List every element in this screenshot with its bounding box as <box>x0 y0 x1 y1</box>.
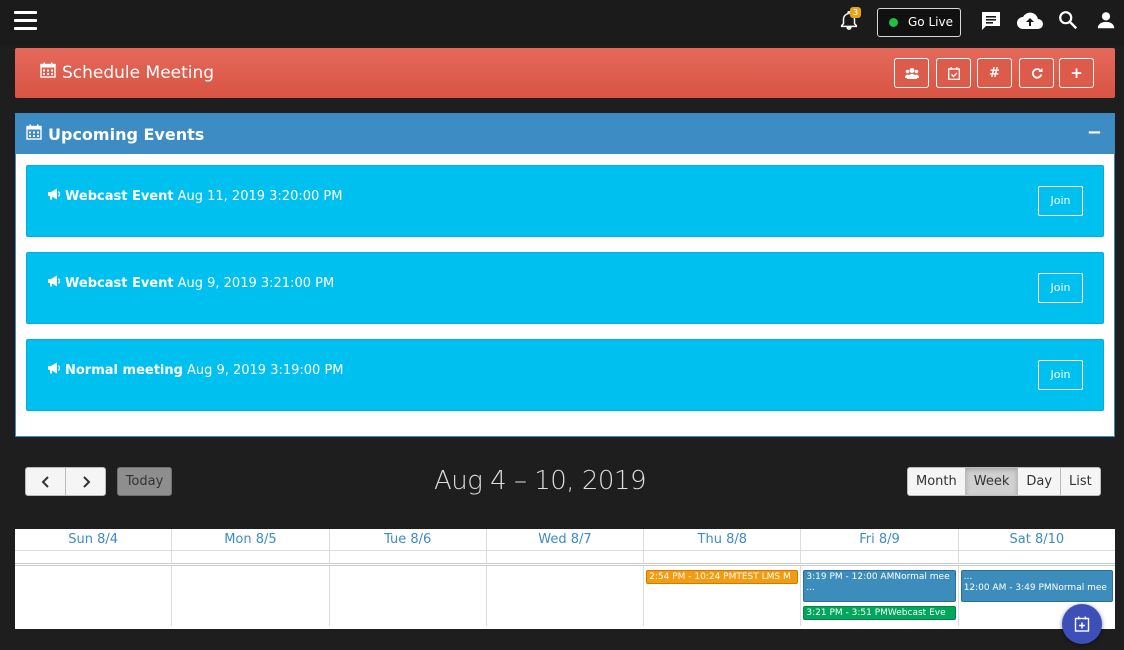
join-button[interactable]: Join <box>1038 273 1083 303</box>
event-type: Normal meeting <box>65 362 183 378</box>
chat-icon[interactable] <box>979 9 1005 35</box>
calendar-event[interactable]: 3:19 PM - 12:00 AMNormal mee ... <box>803 570 956 602</box>
all-day-cell[interactable] <box>801 551 959 563</box>
prev-button[interactable] <box>25 467 66 496</box>
join-button[interactable]: Join <box>1038 186 1083 216</box>
view-month-button[interactable]: Month <box>907 467 966 496</box>
day-header[interactable]: Tue 8/6 <box>330 529 487 550</box>
event-type: Webcast Event <box>65 188 174 204</box>
megaphone-icon <box>47 362 61 378</box>
event-label: ... <box>806 583 815 593</box>
day-header[interactable]: Wed 8/7 <box>487 529 645 550</box>
day-column[interactable] <box>330 566 487 626</box>
event-info: Normal meeting Aug 9, 2019 3:19:00 PM <box>47 362 344 378</box>
chevron-right-icon <box>82 475 90 488</box>
view-week-button[interactable]: Week <box>964 467 1019 496</box>
group-icon <box>904 68 919 79</box>
all-day-cell[interactable] <box>644 551 802 563</box>
cloud-upload-icon[interactable] <box>1016 9 1046 35</box>
add-event-button[interactable] <box>1062 604 1102 644</box>
event-datetime: Aug 9, 2019 3:21:00 PM <box>177 275 335 291</box>
all-day-cell[interactable] <box>172 551 330 563</box>
day-header[interactable]: Sat 8/10 <box>959 529 1115 550</box>
calendar-icon <box>947 66 960 80</box>
event-datetime: Aug 11, 2019 3:20:00 PM <box>177 188 343 204</box>
calendar-event[interactable]: ... 12:00 AM - 3:49 PMNormal mee <box>960 570 1113 602</box>
calendar-plus-icon <box>1074 616 1090 632</box>
calendar-event[interactable]: 2:54 PM - 10:24 PMTEST LMS M <box>646 570 799 584</box>
day-header[interactable]: Mon 8/5 <box>172 529 330 550</box>
day-column[interactable] <box>172 566 330 626</box>
notification-badge: 3 <box>850 7 861 18</box>
schedule-meeting-bar: Schedule Meeting # + <box>15 48 1115 98</box>
next-button[interactable] <box>65 467 106 496</box>
group-button[interactable] <box>894 58 929 88</box>
day-column[interactable] <box>15 566 173 626</box>
menu-icon[interactable] <box>14 11 37 31</box>
upcoming-events-title: Upcoming Events <box>48 124 205 144</box>
event-card: Normal meeting Aug 9, 2019 3:19:00 PM Jo… <box>26 339 1104 411</box>
hashtag-button[interactable]: # <box>977 58 1012 88</box>
all-day-cell[interactable] <box>487 551 645 563</box>
plus-icon: + <box>1070 64 1083 82</box>
calendar-icon <box>26 124 42 144</box>
day-header[interactable]: Thu 8/8 <box>644 529 802 550</box>
view-day-button[interactable]: Day <box>1017 467 1062 496</box>
all-day-row <box>15 551 1115 566</box>
time-grid: 2:54 PM - 10:24 PMTEST LMS M 3:19 PM - 1… <box>15 566 1115 626</box>
calendar-header: Sun 8/4 Mon 8/5 Tue 8/6 Wed 8/7 Thu 8/8 … <box>15 529 1115 551</box>
live-status-dot <box>889 18 898 27</box>
day-column[interactable]: 2:54 PM - 10:24 PMTEST LMS M <box>644 566 802 626</box>
refresh-button[interactable] <box>1019 58 1054 88</box>
event-label: ... <box>963 572 973 582</box>
chevron-left-icon <box>41 475 49 488</box>
all-day-cell[interactable] <box>959 551 1115 563</box>
event-label: 3:19 PM - 12:00 AMNormal mee <box>806 572 950 582</box>
upcoming-events-header: Upcoming Events − <box>16 114 1114 154</box>
refresh-icon <box>1031 68 1042 79</box>
add-button[interactable]: + <box>1059 58 1094 88</box>
search-icon[interactable] <box>1057 9 1083 35</box>
today-button[interactable]: Today <box>117 467 172 496</box>
top-navbar: 3 Go Live <box>0 0 1124 46</box>
go-live-label: Go Live <box>908 15 953 29</box>
calendar-button[interactable] <box>936 58 971 88</box>
event-info: Webcast Event Aug 9, 2019 3:21:00 PM <box>47 275 334 291</box>
upcoming-events-panel: Upcoming Events − Webcast Event Aug 11, … <box>15 113 1115 437</box>
day-header[interactable]: Fri 8/9 <box>801 529 959 550</box>
day-column[interactable] <box>487 566 645 626</box>
user-icon[interactable] <box>1095 9 1121 35</box>
calendar-event[interactable]: 3:21 PM - 3:51 PMWebcast Eve <box>803 606 956 620</box>
day-header[interactable]: Sun 8/4 <box>15 529 173 550</box>
view-list-button[interactable]: List <box>1060 467 1101 496</box>
collapse-button[interactable]: − <box>1087 122 1102 143</box>
event-type: Webcast Event <box>65 275 174 291</box>
schedule-meeting-title: Schedule Meeting <box>40 62 214 83</box>
day-column[interactable]: 3:19 PM - 12:00 AMNormal mee ... 3:21 PM… <box>801 566 959 626</box>
go-live-button[interactable]: Go Live <box>877 8 961 37</box>
bell-icon[interactable]: 3 <box>838 7 864 35</box>
join-button[interactable]: Join <box>1038 360 1083 390</box>
calendar-icon <box>40 62 56 83</box>
all-day-cell[interactable] <box>15 551 173 563</box>
megaphone-icon <box>47 275 61 291</box>
view-switcher: Month Week Day List <box>907 467 1101 496</box>
event-info: Webcast Event Aug 11, 2019 3:20:00 PM <box>47 188 342 204</box>
megaphone-icon <box>47 188 61 204</box>
hashtag-icon: # <box>989 65 1000 81</box>
week-calendar: Sun 8/4 Mon 8/5 Tue 8/6 Wed 8/7 Thu 8/8 … <box>15 529 1115 629</box>
event-card: Webcast Event Aug 11, 2019 3:20:00 PM Jo… <box>26 165 1104 237</box>
event-datetime: Aug 9, 2019 3:19:00 PM <box>186 362 344 378</box>
event-card: Webcast Event Aug 9, 2019 3:21:00 PM Joi… <box>26 252 1104 324</box>
event-label: 12:00 AM - 3:49 PMNormal mee <box>963 583 1107 593</box>
date-range-title: Aug 4 – 10, 2019 <box>434 466 646 496</box>
all-day-cell[interactable] <box>330 551 487 563</box>
